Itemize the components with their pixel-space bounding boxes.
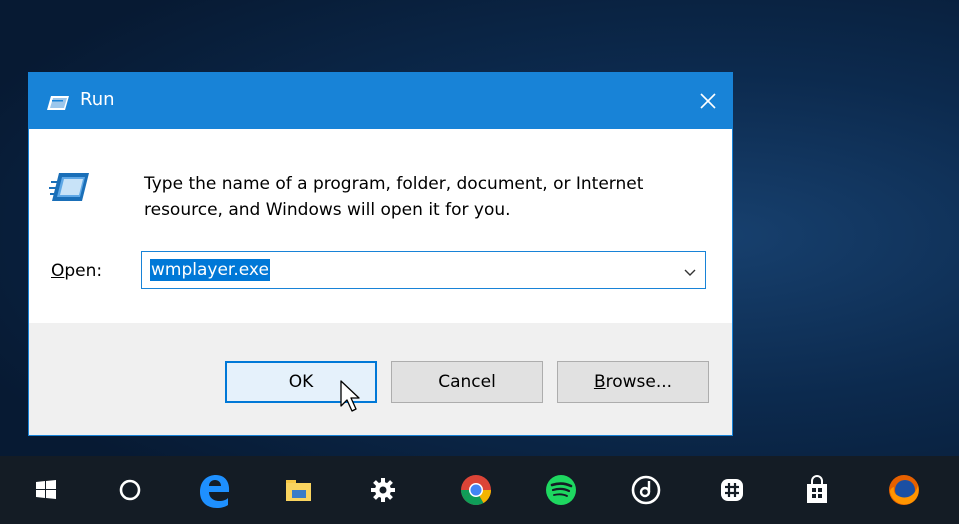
close-button[interactable] bbox=[684, 73, 732, 129]
firefox-icon[interactable] bbox=[884, 470, 924, 510]
cancel-button[interactable]: Cancel bbox=[391, 361, 543, 403]
chevron-down-icon[interactable] bbox=[683, 264, 697, 278]
dialog-content: Type the name of a program, folder, docu… bbox=[29, 129, 732, 323]
browse-button[interactable]: Browse... bbox=[557, 361, 709, 403]
run-app-icon bbox=[47, 95, 69, 110]
slack-icon[interactable] bbox=[712, 470, 752, 510]
dialog-title: Run bbox=[80, 89, 115, 110]
mouse-cursor-icon bbox=[340, 380, 362, 414]
file-explorer-icon[interactable] bbox=[278, 470, 318, 510]
store-icon[interactable] bbox=[797, 470, 837, 510]
title-bar[interactable]: Run bbox=[29, 73, 732, 129]
desktop: Run Type the name of a program, folder, … bbox=[0, 0, 959, 524]
groove-music-icon[interactable] bbox=[626, 470, 666, 510]
edge-icon[interactable] bbox=[194, 470, 234, 510]
taskbar bbox=[0, 456, 959, 524]
open-combobox[interactable]: wmplayer.exe bbox=[141, 251, 706, 289]
spotify-icon[interactable] bbox=[541, 470, 581, 510]
dialog-description: Type the name of a program, folder, docu… bbox=[144, 174, 644, 220]
dialog-footer: OK Cancel Browse... bbox=[29, 323, 732, 435]
start-icon[interactable] bbox=[26, 470, 66, 510]
run-program-icon bbox=[49, 169, 89, 205]
run-dialog: Run Type the name of a program, folder, … bbox=[28, 72, 733, 436]
open-input-value[interactable]: wmplayer.exe bbox=[150, 259, 270, 281]
chrome-icon[interactable] bbox=[456, 470, 496, 510]
cortana-icon[interactable] bbox=[110, 470, 150, 510]
close-icon bbox=[700, 93, 716, 109]
settings-icon[interactable] bbox=[363, 470, 403, 510]
open-label: Open: bbox=[51, 261, 103, 281]
